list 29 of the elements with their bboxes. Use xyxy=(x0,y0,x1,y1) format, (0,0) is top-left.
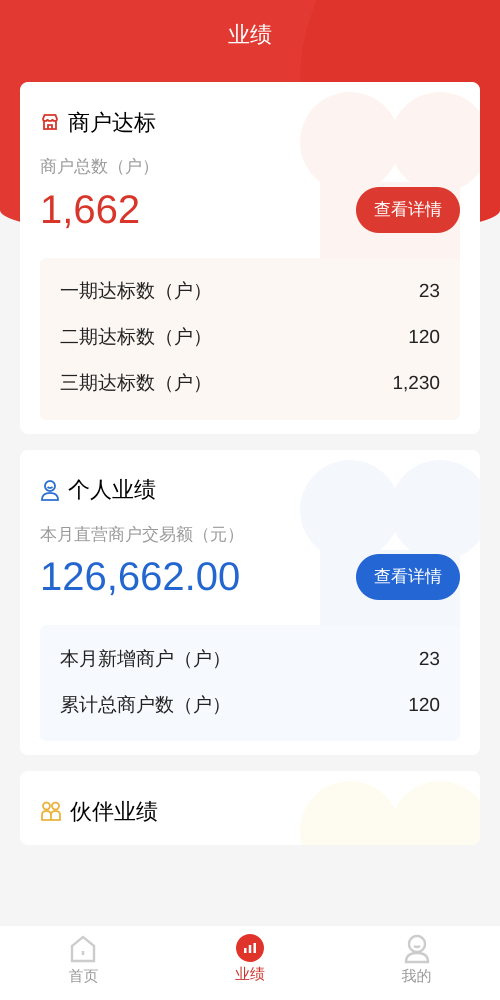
metric-label: 本月直营商户交易额（元） xyxy=(40,524,244,544)
card-title: 商户达标 xyxy=(68,108,156,136)
store-icon xyxy=(40,112,60,132)
tab[interactable]: 我的 xyxy=(376,934,457,988)
stat-value: 23 xyxy=(418,648,440,672)
stat-label: 累计总商户数（户） xyxy=(60,694,231,718)
stat-label: 一期达标数（户） xyxy=(60,280,212,304)
metric-value: 1,662 xyxy=(40,186,140,234)
user-icon xyxy=(402,934,431,964)
home-icon xyxy=(69,934,98,964)
stat-label: 本月新增商户（户） xyxy=(60,648,231,672)
page-title: 业绩 xyxy=(228,20,272,48)
details-button[interactable]: 查看详情 xyxy=(356,186,460,232)
stat-label: 三期达标数（户） xyxy=(60,372,212,396)
stat-value: 120 xyxy=(408,694,440,718)
person-icon xyxy=(40,478,60,500)
stat-label: 二期达标数（户） xyxy=(60,326,212,350)
chart-icon xyxy=(236,934,264,962)
stat-value: 23 xyxy=(418,280,440,304)
details-button[interactable]: 查看详情 xyxy=(356,554,460,600)
people-icon xyxy=(40,800,62,822)
stat-value: 1,230 xyxy=(392,372,440,396)
metric-label: 商户总数（户） xyxy=(40,157,159,176)
tab[interactable]: 业绩 xyxy=(210,934,290,986)
card-title: 个人业绩 xyxy=(68,476,156,504)
stat-value: 120 xyxy=(408,326,440,350)
metric-value: 126,662.00 xyxy=(40,554,240,601)
card-title: 伙伴业绩 xyxy=(70,798,158,826)
tab[interactable]: 首页 xyxy=(43,934,124,988)
